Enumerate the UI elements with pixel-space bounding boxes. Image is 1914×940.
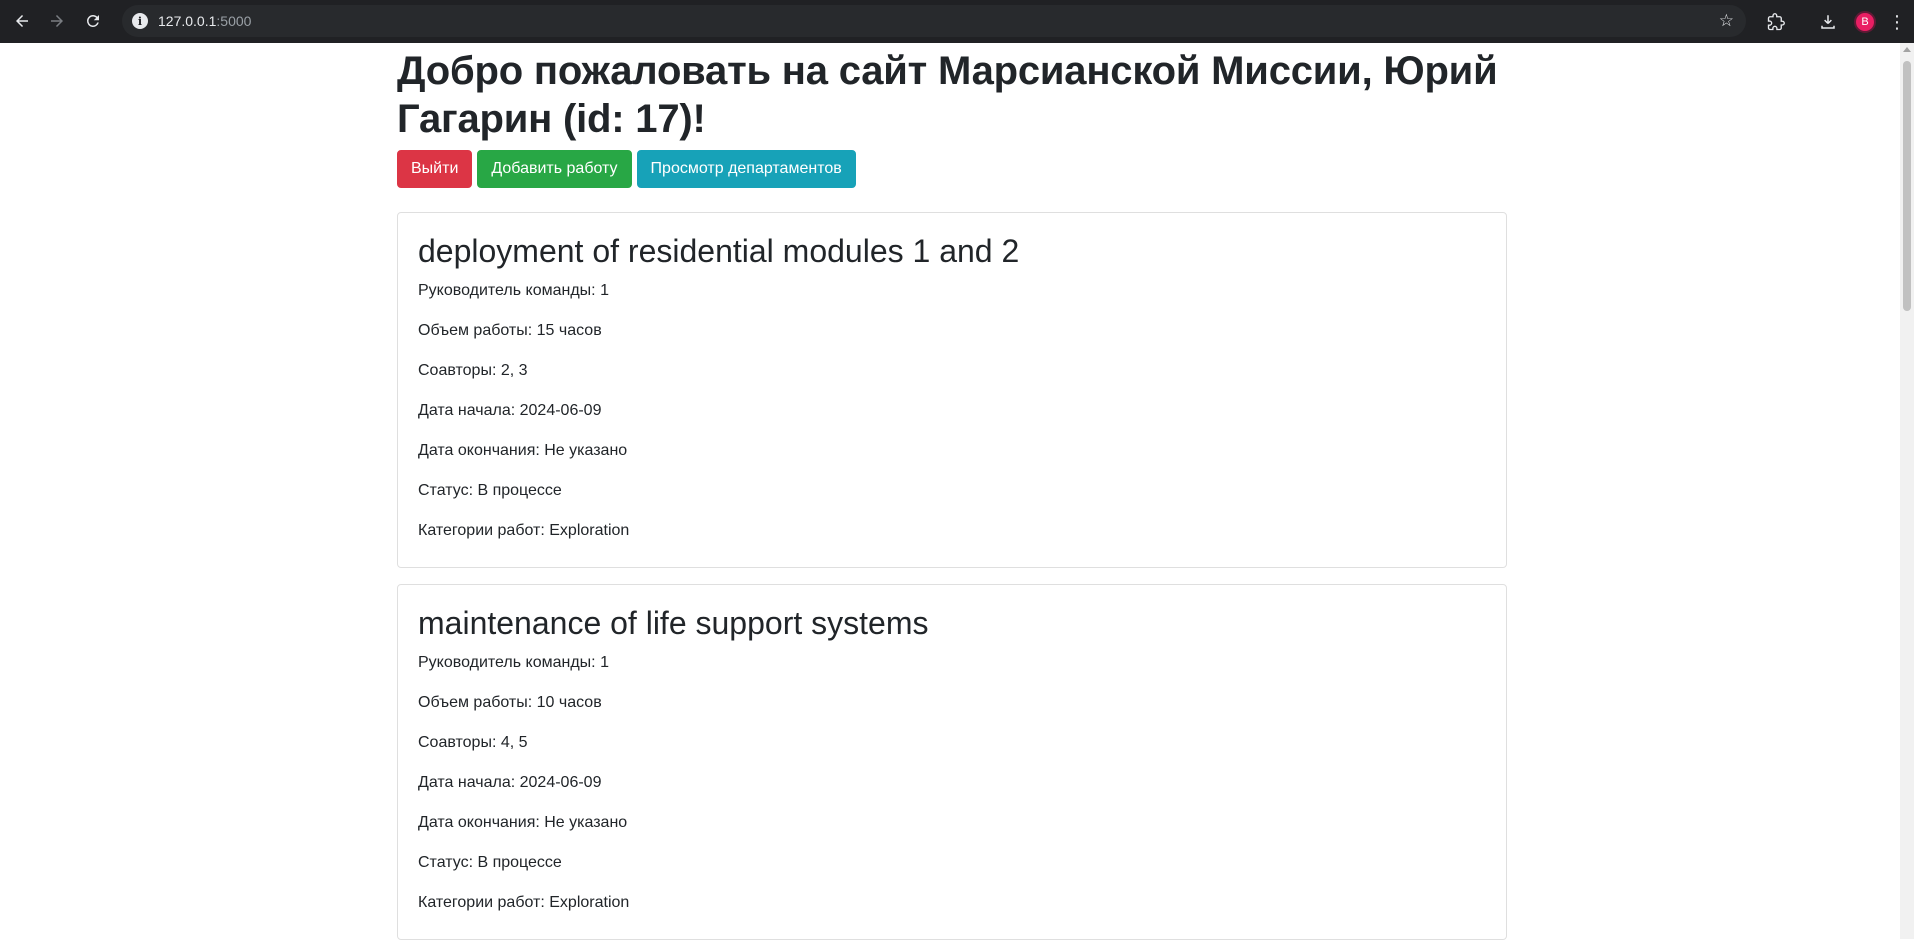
job-work-size: Объем работы: 15 часов <box>418 322 602 339</box>
job-start-date: Дата начала: 2024-06-09 <box>418 774 602 791</box>
job-title: deployment of residential modules 1 and … <box>418 233 1020 269</box>
scrollbar-thumb[interactable] <box>1903 61 1911 311</box>
view-departments-button[interactable]: Просмотр департаментов <box>636 150 856 188</box>
job-team-leader: Руководитель команды: 1 <box>418 654 609 671</box>
job-status: Статус: В процессе <box>418 854 562 871</box>
job-start-date: Дата начала: 2024-06-09 <box>418 402 602 419</box>
logout-button[interactable]: Выйти <box>397 150 473 188</box>
add-job-button[interactable]: Добавить работу <box>477 150 632 188</box>
back-arrow-icon[interactable] <box>4 3 40 39</box>
url-port: :5000 <box>216 13 252 29</box>
download-icon[interactable] <box>1808 4 1848 40</box>
scroll-up-arrow-icon[interactable] <box>1903 47 1911 52</box>
job-status: Статус: В процессе <box>418 482 562 499</box>
more-menu-icon[interactable]: ⋮ <box>1882 4 1912 40</box>
job-work-size: Объем работы: 10 часов <box>418 694 602 711</box>
page-scrollbar[interactable] <box>1900 43 1914 939</box>
job-card: maintenance of life support systems Руко… <box>397 584 1507 940</box>
job-categories: Категории работ: Exploration <box>418 522 630 539</box>
toolbar-actions: B ⋮ <box>1756 0 1912 43</box>
job-title: maintenance of life support systems <box>418 605 929 641</box>
bookmark-star-icon[interactable]: ☆ <box>1719 12 1734 30</box>
profile-button[interactable]: B <box>1848 4 1882 40</box>
url-host: 127.0.0.1 <box>158 13 217 29</box>
action-buttons: Выйти Добавить работу Просмотр департаме… <box>397 150 1507 188</box>
job-collaborators: Соавторы: 4, 5 <box>418 734 528 751</box>
job-end-date: Дата окончания: Не указано <box>418 442 628 459</box>
avatar: B <box>1854 10 1876 33</box>
job-end-date: Дата окончания: Не указано <box>418 814 628 831</box>
job-card: deployment of residential modules 1 and … <box>397 212 1507 568</box>
site-info-icon[interactable]: i <box>132 13 148 29</box>
forward-arrow-icon[interactable] <box>39 3 75 39</box>
job-collaborators: Соавторы: 2, 3 <box>418 362 528 379</box>
job-categories: Категории работ: Exploration <box>418 894 630 911</box>
job-team-leader: Руководитель команды: 1 <box>418 282 609 299</box>
page-content: Добро пожаловать на сайт Марсианской Мис… <box>397 43 1507 940</box>
extensions-icon[interactable] <box>1756 4 1796 40</box>
page-title: Добро пожаловать на сайт Марсианской Мис… <box>397 49 1498 141</box>
browser-toolbar: i 127.0.0.1:5000 ☆ B ⋮ <box>0 0 1914 43</box>
reload-icon[interactable] <box>75 3 111 39</box>
address-bar[interactable]: i 127.0.0.1:5000 ☆ <box>122 5 1746 37</box>
